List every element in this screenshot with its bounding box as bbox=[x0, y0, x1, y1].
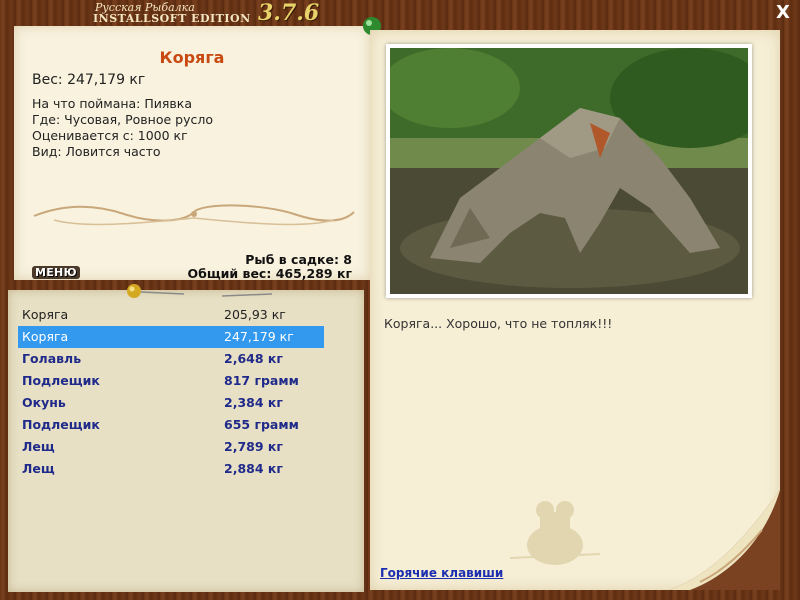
fish-name: Голавль bbox=[22, 351, 82, 366]
fish-name: Окунь bbox=[22, 395, 66, 410]
fish-weight: 655 грамм bbox=[224, 417, 299, 432]
cage-count: Рыб в садке: 8 bbox=[245, 252, 352, 267]
menu-button[interactable]: МЕНЮ bbox=[32, 266, 80, 279]
close-button[interactable]: X bbox=[774, 4, 792, 22]
fish-name: Коряга bbox=[22, 307, 69, 322]
photo-frame bbox=[386, 44, 752, 298]
brand-edition: INSTALLSOFT EDITION bbox=[93, 12, 251, 25]
fish-weight: 817 грамм bbox=[224, 373, 299, 388]
hotkeys-link[interactable]: Горячие клавиши bbox=[380, 566, 503, 580]
fish-name: Подлещик bbox=[22, 373, 100, 388]
fish-name: Лещ bbox=[22, 461, 55, 476]
fish-weight: 2,789 кг bbox=[224, 439, 283, 454]
page-curl-icon bbox=[670, 490, 780, 590]
fish-name: Подлещик bbox=[22, 417, 100, 432]
fish-list-row[interactable]: Окунь 2,384 кг bbox=[18, 392, 324, 414]
fish-name: Лещ bbox=[22, 439, 55, 454]
catch-photo bbox=[390, 48, 748, 294]
fish-weight: 2,384 кг bbox=[224, 395, 283, 410]
fish-list-row[interactable]: Лещ 2,789 кг bbox=[18, 436, 324, 458]
fish-weight: 2,884 кг bbox=[224, 461, 283, 476]
title-bar: Русская Рыбалка INSTALLSOFT EDITION 3.7.… bbox=[0, 0, 800, 26]
catch-location: Где: Чусовая, Ровное русло bbox=[32, 112, 213, 127]
fish-weight: 247,179 кг bbox=[224, 329, 294, 344]
fish-list-panel: Коряга 205,93 кг Коряга 247,179 кг Голавль 2,… bbox=[8, 290, 364, 592]
catch-bait: На что поймана: Пиявка bbox=[32, 96, 192, 111]
fish-list-row[interactable]: Коряга 205,93 кг bbox=[18, 304, 324, 326]
fish-name: Коряга bbox=[22, 329, 69, 344]
catch-value: Оценивается с: 1000 кг bbox=[32, 128, 188, 143]
fish-list-row[interactable]: Лещ 2,884 кг bbox=[18, 458, 324, 480]
fish-list-row[interactable]: Коряга 247,179 кг bbox=[18, 326, 324, 348]
catch-frequency: Вид: Ловится часто bbox=[32, 144, 161, 159]
photo-panel: Коряга... Хорошо, что не топляк!!! Горяч… bbox=[370, 30, 780, 590]
photo-caption: Коряга... Хорошо, что не топляк!!! bbox=[384, 316, 613, 331]
catch-weight: Вес: 247,179 кг bbox=[32, 72, 146, 88]
fish-list-row[interactable]: Подлещик 655 грамм bbox=[18, 414, 324, 436]
fish-list-row[interactable]: Подлещик 817 грамм bbox=[18, 370, 324, 392]
fish-list: Коряга 205,93 кг Коряга 247,179 кг Голавль 2,… bbox=[18, 304, 324, 480]
catch-info-panel: Коряга Вес: 247,179 кг На что поймана: П… bbox=[14, 26, 370, 281]
catch-title: Коряга bbox=[159, 48, 225, 67]
fish-list-row[interactable]: Голавль 2,648 кг bbox=[18, 348, 324, 370]
version-label: 3.7.6 bbox=[258, 0, 320, 26]
cage-total-weight: Общий вес: 465,289 кг bbox=[187, 266, 353, 281]
fish-weight: 2,648 кг bbox=[224, 351, 283, 366]
ornament-divider bbox=[33, 204, 355, 226]
pushpin-icon bbox=[127, 284, 273, 298]
fish-weight: 205,93 кг bbox=[224, 307, 286, 322]
